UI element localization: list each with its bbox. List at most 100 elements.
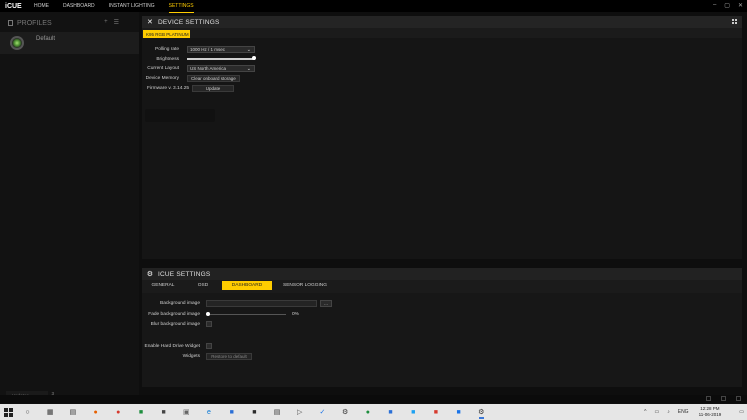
notification-icon[interactable]: ▭: [739, 409, 744, 415]
status-icon[interactable]: [706, 396, 711, 401]
device-settings-title: DEVICE SETTINGS: [158, 18, 220, 26]
background-image-row: Background image ...: [142, 299, 332, 307]
brightness-row: Brightness: [142, 55, 256, 63]
widgets-label: Widgets: [182, 353, 200, 359]
chevron-down-icon: ⌄: [246, 65, 251, 72]
profiles-panel: PROFILES + ☰ Default Updates 3: [0, 12, 139, 399]
device-settings-panel: ✕ DEVICE SETTINGS K95 RGB PLATINUM Polli…: [142, 16, 742, 259]
widgets-row: Widgets Restore to default: [142, 352, 252, 360]
clock[interactable]: 12:28 PM 11-06-2019: [699, 406, 722, 418]
memory-row: Device Memory Clear onboard storage: [142, 74, 240, 82]
firmware-row: Firmware v. 3.14.25 Update: [142, 84, 235, 92]
sheets-icon[interactable]: ■: [136, 408, 145, 417]
brightness-slider[interactable]: [187, 56, 256, 61]
battery-icon[interactable]: ▭: [655, 409, 660, 415]
fade-background-value: 0%: [292, 311, 299, 317]
chevron-down-icon: ⌄: [246, 46, 251, 53]
layout-value: US North America: [190, 65, 227, 71]
settings-icon[interactable]: ⚙: [341, 408, 350, 417]
edge-icon[interactable]: e: [205, 408, 214, 417]
windows-taskbar: ○ ▦ ▤ ● ● ■ ■ ▣ e ■ ■ ▤ ▷ ✓ ⚙ ● ■ ■ ■ ■ …: [0, 404, 747, 420]
tab-sensor-logging[interactable]: SENSOR LOGGING: [272, 281, 338, 290]
minimize-icon[interactable]: –: [713, 2, 716, 9]
add-profile-icon[interactable]: +: [104, 19, 108, 26]
blur-background-checkbox[interactable]: [206, 321, 212, 327]
close-icon[interactable]: ✕: [738, 2, 743, 9]
calculator-icon[interactable]: ▦: [46, 408, 55, 417]
top-nav: iCUE HOME DASHBOARD INSTANT LIGHTING SET…: [0, 0, 747, 13]
icue-settings-header: ⚙ ICUE SETTINGS: [142, 268, 742, 280]
volume-icon[interactable]: ♪: [667, 409, 670, 415]
app-status-bar: [0, 395, 747, 403]
app-icon[interactable]: ■: [431, 408, 440, 417]
fade-background-row: Fade background image 0%: [142, 310, 299, 318]
app-icon[interactable]: ■: [454, 408, 463, 417]
app-icon[interactable]: ▣: [182, 408, 191, 417]
keyboard-preview: [145, 109, 215, 122]
icue-taskbar-icon[interactable]: ⚙: [477, 408, 486, 417]
clear-storage-button[interactable]: Clear onboard storage: [187, 74, 240, 82]
nav-dashboard[interactable]: DASHBOARD: [63, 0, 95, 12]
check-icon[interactable]: ✓: [318, 408, 327, 417]
cortana-icon[interactable]: ○: [23, 408, 32, 417]
maximize-icon[interactable]: ▢: [724, 2, 730, 9]
window-controls: – ▢ ✕: [713, 2, 743, 9]
calendar-icon[interactable]: ▤: [68, 408, 77, 417]
nav-home[interactable]: HOME: [34, 0, 49, 12]
hard-drive-widget-checkbox[interactable]: [206, 343, 212, 349]
restore-default-button[interactable]: Restore to default: [206, 352, 252, 360]
polling-rate-select[interactable]: 1000 Hz / 1 msec ⌄: [187, 45, 255, 53]
brightness-label: Brightness: [156, 56, 179, 62]
language-indicator[interactable]: ENG: [678, 409, 689, 415]
profile-name: Default: [36, 36, 56, 42]
layout-select[interactable]: US North America ⌄: [187, 64, 255, 72]
status-icon[interactable]: [736, 396, 741, 401]
device-settings-content: Polling rate 1000 Hz / 1 msec ⌄ Brightne…: [142, 38, 742, 259]
chrome-icon[interactable]: ●: [114, 408, 123, 417]
nav-settings[interactable]: SETTINGS: [168, 0, 194, 13]
profile-item[interactable]: Default: [0, 32, 139, 54]
blur-background-label: Blur background image: [150, 321, 200, 327]
wrench-icon: ✕: [146, 19, 154, 26]
firmware-label: Firmware v. 3.14.25: [147, 85, 190, 91]
app-icon[interactable]: ■: [386, 408, 395, 417]
firefox-icon[interactable]: ●: [91, 408, 100, 417]
grid-view-icon[interactable]: [732, 19, 737, 24]
update-button[interactable]: Update: [192, 84, 235, 92]
nav-instant-lighting[interactable]: INSTANT LIGHTING: [109, 0, 155, 12]
tab-dashboard[interactable]: DASHBOARD: [222, 281, 272, 290]
tab-osd[interactable]: OSD: [184, 281, 222, 290]
explorer-icon[interactable]: ■: [159, 408, 168, 417]
fade-slider-thumb[interactable]: [206, 311, 210, 316]
fade-background-slider[interactable]: [206, 311, 286, 316]
chevron-up-icon[interactable]: ^: [644, 409, 646, 415]
polling-rate-row: Polling rate 1000 Hz / 1 msec ⌄: [142, 45, 255, 53]
app-icon[interactable]: ■: [250, 408, 259, 417]
menu-icon[interactable]: ☰: [114, 19, 119, 26]
layout-row: Current Layout US North America ⌄: [142, 64, 255, 72]
hard-drive-widget-row: Enable Hard Drive Widget: [142, 342, 212, 350]
app-icon[interactable]: ●: [363, 408, 372, 417]
icue-settings-panel: ⚙ ICUE SETTINGS GENERAL OSD DASHBOARD SE…: [142, 268, 742, 387]
tab-general[interactable]: GENERAL: [142, 281, 184, 290]
hard-drive-widget-label: Enable Hard Drive Widget: [144, 343, 200, 349]
polling-rate-label: Polling rate: [155, 46, 179, 52]
brightness-slider-thumb[interactable]: [252, 56, 256, 61]
store-icon[interactable]: ▤: [273, 408, 282, 417]
layout-label: Current Layout: [147, 65, 179, 71]
twitter-icon[interactable]: ■: [409, 408, 418, 417]
windows-start-icon[interactable]: [4, 407, 13, 417]
app-logo: iCUE: [5, 2, 22, 10]
profiles-icon: [8, 20, 13, 26]
browse-button[interactable]: ...: [320, 299, 332, 307]
device-settings-header: ✕ DEVICE SETTINGS: [142, 16, 742, 28]
icue-settings-content: Background image ... Fade background ima…: [142, 293, 742, 387]
background-image-input[interactable]: [206, 299, 317, 307]
media-icon[interactable]: ▷: [295, 408, 304, 417]
device-tab[interactable]: K95 RGB PLATINUM: [143, 30, 190, 38]
app-icon[interactable]: ■: [227, 408, 236, 417]
system-tray: ^ ▭ ♪ ENG 12:28 PM 11-06-2019 ▭: [636, 405, 744, 419]
status-icon[interactable]: [721, 396, 726, 401]
gear-icon: ⚙: [146, 271, 154, 278]
profiles-header: PROFILES + ☰: [0, 18, 139, 28]
